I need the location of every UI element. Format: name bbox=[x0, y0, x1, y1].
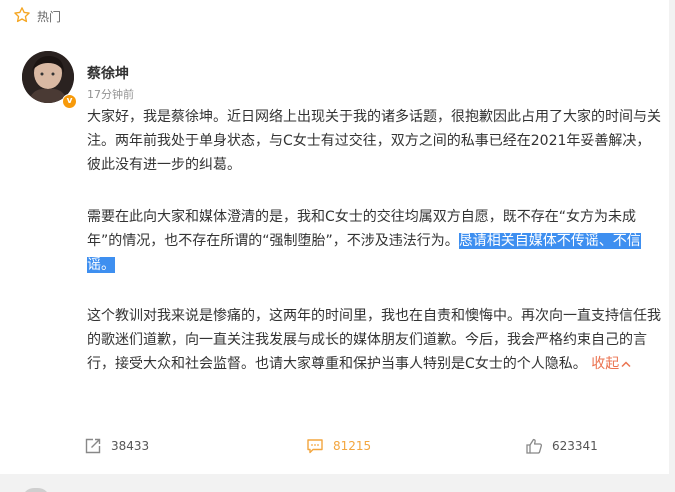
star-icon bbox=[14, 7, 30, 23]
paragraph-3-text: 这个教训对我来说是惨痛的，这两年的时间里，我也在自责和懊悔中。再次向一直支持信任… bbox=[87, 308, 661, 372]
post-time[interactable]: 17分钟前 bbox=[87, 86, 134, 102]
weibo-post-card: 热门 v 蔡徐坤 17分钟前 大家好，我是蔡徐坤。近日网络上出现关于我的诸多话题… bbox=[0, 0, 675, 492]
verified-badge: v bbox=[62, 94, 77, 109]
section-label: 热门 bbox=[37, 10, 62, 24]
share-count: 38433 bbox=[111, 439, 150, 453]
share-button[interactable]: 38433 bbox=[84, 432, 149, 460]
thumbs-up-icon bbox=[526, 438, 543, 454]
chevron-up-icon bbox=[621, 361, 631, 368]
post-content: 大家好，我是蔡徐坤。近日网络上出现关于我的诸多话题，很抱歉因此占用了大家的时间与… bbox=[87, 105, 662, 404]
collapse-button[interactable]: 收起 bbox=[591, 356, 631, 372]
like-count: 623341 bbox=[552, 439, 598, 453]
author-name[interactable]: 蔡徐坤 bbox=[87, 63, 129, 83]
comment-icon bbox=[307, 439, 323, 454]
like-button[interactable]: 623341 bbox=[525, 432, 598, 460]
paragraph-3: 这个教训对我来说是惨痛的，这两年的时间里，我也在自责和懊悔中。再次向一直支持信任… bbox=[87, 304, 662, 376]
comment-count: 81215 bbox=[333, 439, 372, 453]
post-separator bbox=[0, 474, 675, 492]
paragraph-1: 大家好，我是蔡徐坤。近日网络上出现关于我的诸多话题，很抱歉因此占用了大家的时间与… bbox=[87, 109, 661, 173]
share-icon bbox=[85, 438, 101, 454]
paragraph-2: 需要在此向大家和媒体澄清的是，我和C女士的交往均属双方自愿，既不存在“女方为未成… bbox=[87, 205, 662, 277]
comment-button[interactable]: 81215 bbox=[306, 432, 371, 460]
collapse-label: 收起 bbox=[591, 356, 620, 372]
section-header: 热门 bbox=[0, 0, 675, 34]
scroll-edge bbox=[669, 0, 675, 492]
action-bar: 38433 81215 623341 bbox=[0, 432, 675, 460]
